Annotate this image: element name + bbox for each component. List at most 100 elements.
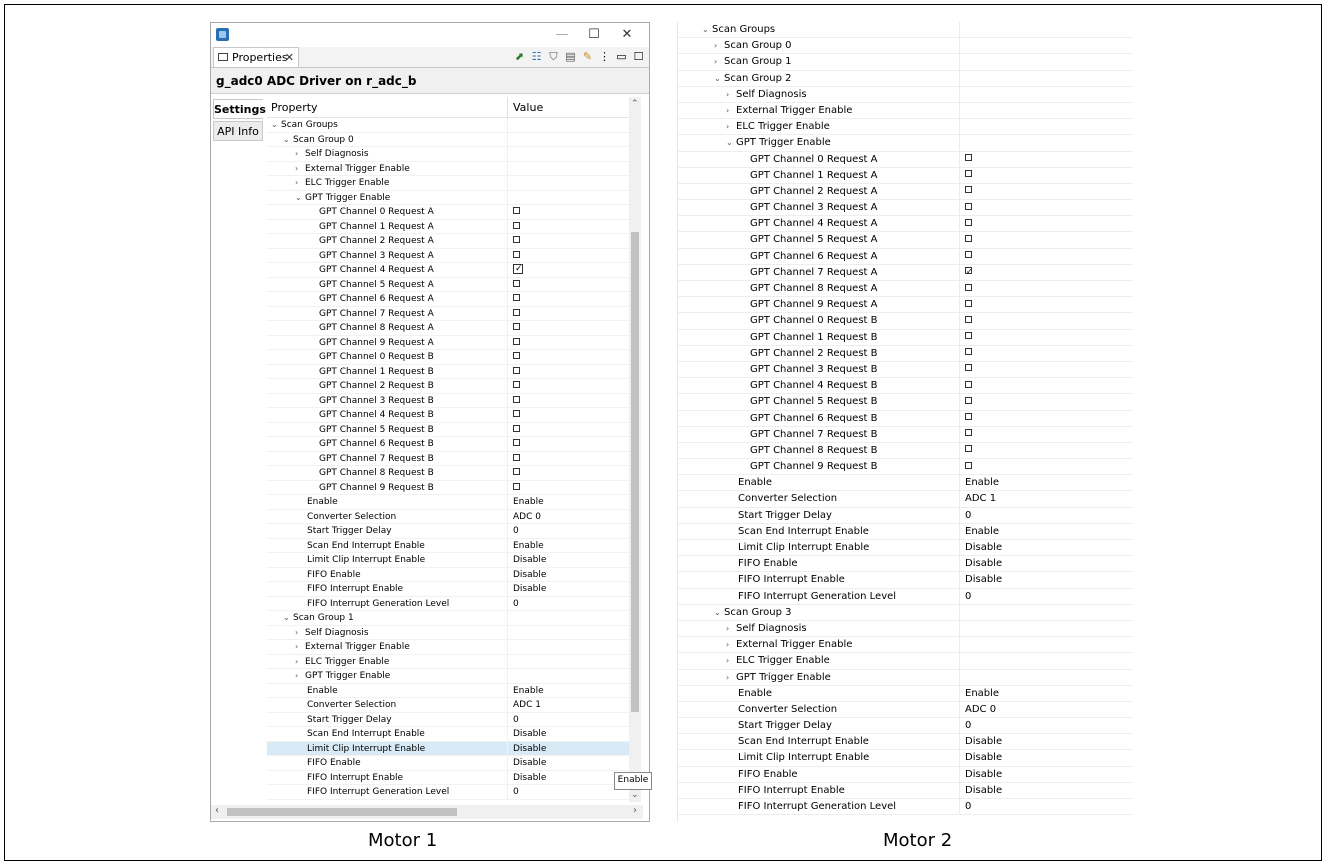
checkbox-icon[interactable] [965,461,972,469]
property-row[interactable]: GPT Channel 7 Request B [267,451,635,466]
property-row[interactable]: FIFO Interrupt Enable Disable [267,770,635,786]
property-row[interactable]: GPT Channel 2 Request A [267,234,635,249]
property-row[interactable]: GPT Channel 3 Request A [267,248,635,263]
tab-api-info[interactable]: API Info [213,121,263,141]
property-checkbox-cell[interactable] [513,481,520,496]
chevron-down-icon[interactable]: ⌄ [714,605,724,621]
wand-icon[interactable]: ✎ [581,50,594,63]
property-checkbox-cell[interactable] [965,362,972,378]
pin-icon[interactable]: ⬈ [513,50,526,63]
property-row[interactable]: ⌄ Scan Group 2 [678,70,1133,87]
view-menu-icon[interactable]: ⋮ [598,50,611,63]
property-value[interactable]: ADC 1 [513,698,541,713]
checkbox-icon[interactable] [513,279,520,287]
property-value[interactable]: 0 [965,508,971,524]
property-checkbox-cell[interactable] [513,321,520,336]
checkbox-icon[interactable] [965,413,972,420]
property-row[interactable]: ⌄ Scan Group 1 [267,611,635,626]
horizontal-scroll-thumb[interactable] [227,808,457,816]
property-checkbox-cell[interactable] [513,205,520,220]
property-row[interactable]: ⌄ GPT Trigger Enable [678,135,1133,152]
property-row[interactable]: Start Trigger Delay 0 [267,524,635,539]
checkbox-icon[interactable] [965,348,972,356]
property-row[interactable]: Scan End Interrupt Enable Enable [267,538,635,554]
property-value[interactable]: Enable [513,539,544,554]
scroll-right-icon[interactable]: › [633,805,637,816]
property-row[interactable]: GPT Channel 5 Request A [678,232,1133,249]
checkbox-icon[interactable] [965,299,972,307]
property-checkbox-cell[interactable] [965,168,972,184]
checkbox-icon[interactable] [513,236,520,243]
property-value[interactable]: Disable [513,742,546,757]
checkbox-icon[interactable] [513,352,520,359]
tab-settings[interactable]: Settings [213,99,266,119]
property-value[interactable]: 0 [513,524,519,539]
property-value[interactable]: Disable [965,767,1002,783]
property-checkbox-cell[interactable] [965,411,972,427]
property-checkbox-cell[interactable] [965,378,972,394]
checkbox-icon[interactable] [965,264,973,280]
property-row[interactable]: Enable Enable [267,683,635,698]
property-value[interactable]: 0 [513,713,519,728]
property-checkbox-cell[interactable] [965,346,972,362]
property-value[interactable]: Enable [965,686,999,702]
property-value[interactable]: 0 [965,799,971,815]
property-row[interactable]: ⌄ Scan Group 0 [267,132,635,147]
property-row[interactable]: Converter Selection ADC 0 [678,701,1133,719]
checkbox-icon[interactable] [965,332,972,340]
chevron-right-icon[interactable]: › [726,87,736,103]
property-checkbox-cell[interactable] [513,220,520,235]
checkbox-icon[interactable] [513,221,520,229]
column-divider[interactable] [507,97,508,117]
chevron-right-icon[interactable]: › [726,670,736,686]
checkbox-icon[interactable] [513,395,520,403]
property-row[interactable]: ⌄ Scan Groups [678,22,1133,39]
checkbox-icon[interactable] [513,439,520,446]
property-row[interactable]: FIFO Interrupt Enable Disable [267,582,635,597]
maximize-view-icon[interactable]: ☐ [632,50,645,63]
property-row[interactable]: Enable Enable [678,475,1133,492]
checkbox-icon[interactable] [965,364,972,372]
property-value[interactable]: Disable [513,771,546,786]
property-row[interactable]: FIFO Interrupt Generation Level 0 [678,799,1133,816]
property-row[interactable]: › ELC Trigger Enable [267,654,635,669]
property-value[interactable]: 0 [965,589,971,605]
property-row[interactable]: GPT Channel 5 Request B [678,394,1133,411]
property-row[interactable]: GPT Channel 1 Request B [678,329,1133,346]
property-row[interactable]: GPT Channel 6 Request B [678,410,1133,427]
property-value[interactable]: Disable [513,568,546,583]
property-checkbox-cell[interactable] [965,443,972,459]
property-checkbox-cell[interactable] [965,297,972,313]
property-row[interactable]: GPT Channel 7 Request B [678,426,1133,443]
property-row[interactable]: GPT Channel 1 Request A [678,167,1133,184]
checkbox-icon[interactable] [513,207,520,214]
property-value[interactable]: Disable [513,727,546,742]
property-checkbox-cell[interactable] [965,264,973,281]
property-row[interactable]: GPT Channel 4 Request B [267,408,635,423]
property-row[interactable]: Scan End Interrupt Enable Disable [267,727,635,742]
property-row[interactable]: Converter Selection ADC 1 [267,698,635,713]
property-row[interactable]: GPT Channel 8 Request A [267,321,635,336]
property-row[interactable]: GPT Channel 9 Request B [678,459,1133,476]
property-checkbox-cell[interactable] [513,234,520,249]
property-row[interactable]: GPT Channel 6 Request B [267,437,635,452]
checkbox-icon[interactable] [965,234,972,242]
vertical-scroll-thumb[interactable] [631,232,639,712]
property-row[interactable]: GPT Channel 4 Request B [678,378,1133,395]
property-row[interactable]: › Self Diagnosis [678,620,1133,638]
tab-properties[interactable]: Properties ✕ [213,47,299,67]
property-value[interactable]: Disable [513,756,546,771]
checkbox-icon[interactable] [513,482,520,490]
vertical-scrollbar[interactable]: ⌃ ⌄ [629,97,641,802]
property-value[interactable]: Enable [513,495,544,510]
property-checkbox-cell[interactable] [965,459,972,475]
property-value[interactable]: 0 [513,597,519,612]
property-row[interactable]: FIFO Interrupt Generation Level 0 [678,588,1133,605]
property-row[interactable]: FIFO Interrupt Generation Level 0 [267,596,635,612]
property-checkbox-cell[interactable] [513,292,520,307]
property-checkbox-cell[interactable] [965,313,972,329]
property-checkbox-cell[interactable] [965,216,972,232]
property-row[interactable]: GPT Channel 3 Request A [678,200,1133,217]
property-row[interactable]: Converter Selection ADC 0 [267,509,635,524]
minimize-button[interactable]: — [551,25,573,45]
